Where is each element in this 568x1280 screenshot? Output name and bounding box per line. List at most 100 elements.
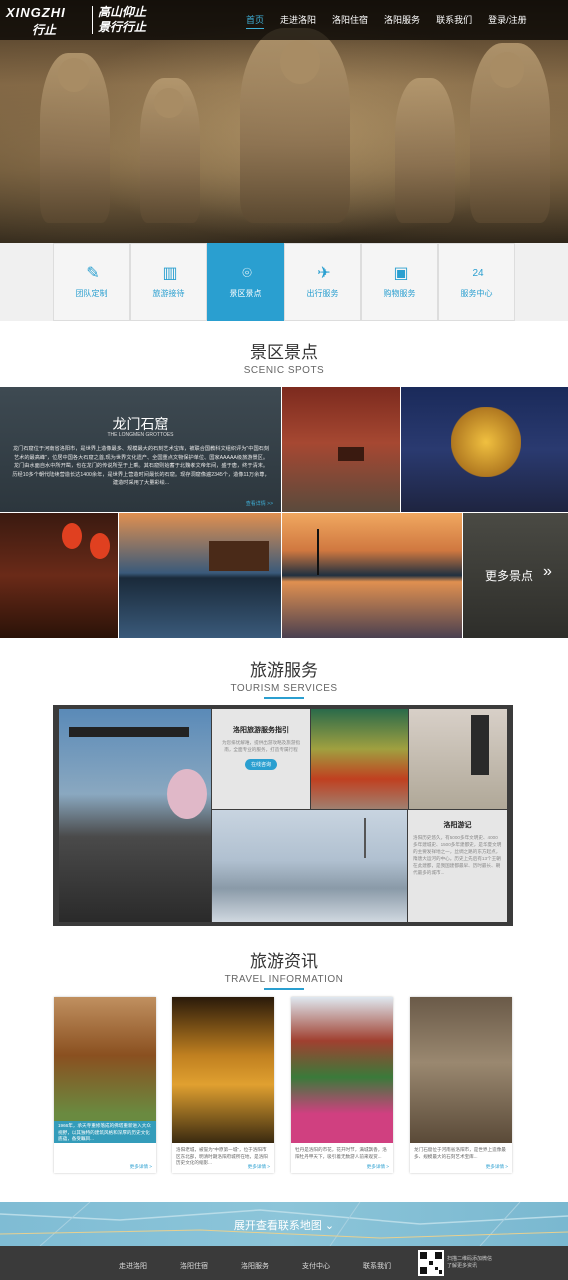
info-photo-lanterns [172,997,274,1143]
scenic-photo-city-bridge[interactable] [282,513,462,638]
footer-link-accommodation[interactable]: 洛阳住宿 [180,1261,208,1271]
service-tab-label: 购物服务 [383,289,416,298]
travel-notes-title: 洛阳游记 [443,822,472,829]
info-title-cn: 旅游资讯 [250,952,318,972]
service-tab-label: 旅游接待 [152,289,185,298]
qr-text-1: 扫描二维码添加微信 [447,1256,493,1262]
info-caption: 牡丹是洛阳的市花，花开时节，满城飘香，洛阳牡丹甲天下，吸引着无数游人前来观赏..… [295,1147,387,1159]
service-tab-reception[interactable]: ▥ 旅游接待 [130,243,207,321]
footer-link-services[interactable]: 洛阳服务 [241,1261,269,1271]
service-tab-label: 服务中心 [460,289,493,298]
photo-river-birds [212,810,407,922]
info-caption: 龙门石窟位于河南省洛阳市，是世界上造像最多、规模最大的石刻艺术宝库... [414,1147,506,1159]
tv-tower [317,529,319,575]
tower-silhouette [364,818,366,858]
qr-text-2: 了解更多资讯 [447,1263,478,1269]
chevron-down-icon: ⌄ [324,1220,335,1232]
logo[interactable]: XINGZHI 行止 高山仰止 景行行止 [6,4,156,37]
double-chevron-right-icon: » [543,563,552,580]
24h-icon: 24 [472,268,484,279]
footer-nav: 走进洛阳 洛阳住宿 洛阳服务 支付中心 联系我们 [119,1261,424,1271]
map-toggle-label: 展开查看联系地图 ⌄ [0,1217,568,1233]
service-tab-shopping[interactable]: ▣ 购物服务 [361,243,438,321]
statue-head [490,52,524,88]
info-more-link[interactable]: 更多详情 > [486,1164,508,1170]
store-sign [471,715,489,775]
info-more-link[interactable]: 更多详情 > [248,1164,270,1170]
nav-home[interactable]: 首页 [246,13,265,29]
lantern [90,533,110,559]
photo-bus-stop [59,709,211,922]
tourism-title-cn: 旅游服务 [250,661,318,681]
golden-pavilion [451,407,521,477]
service-tab-team-custom[interactable]: ✎ 团队定制 [53,243,130,321]
title-underline [264,697,304,699]
info-more-link[interactable]: 更多详情 > [130,1164,152,1170]
footer: 走进洛阳 洛阳住宿 洛阳服务 支付中心 联系我们 扫描二维码添加微信 了解更多资… [0,1246,568,1280]
contact-map-toggle[interactable]: 展开查看联系地图 ⌄ [0,1202,568,1246]
service-tabs: ✎ 团队定制 ▥ 旅游接待 ⌾ 景区景点 ✈ 出行服务 ▣ 购物服务 24 服务… [0,243,568,321]
feature-title: 龙门石窟 [112,416,169,432]
scenic-title-en: SCENIC SPOTS [243,365,325,376]
feature-subtitle: THE LONGMEN GROTTOES [107,432,174,438]
nav-services[interactable]: 洛阳服务 [384,13,420,29]
scenic-photo-pagoda-lake[interactable] [119,513,281,638]
statue-figure [395,78,455,223]
nav-explore-luoyang[interactable]: 走进洛阳 [280,13,316,29]
feature-more-link[interactable]: 查看详情 >> [246,500,273,507]
plane-icon: ✈ [317,265,331,282]
info-card[interactable]: 龙门石窟位于河南省洛阳市，是世界上造像最多、规模最大的石刻艺术宝库... 更多详… [410,997,512,1173]
gate-plaque [338,447,364,461]
travel-notes-desc: 洛阳历史悠久，有5000多年文明史、4000多年建城史、1500多年建都史，是华… [413,835,502,875]
nav-login-register[interactable]: 登录/注册 [488,13,527,29]
main-nav: 首页 走进洛阳 洛阳住宿 洛阳服务 联系我们 登录/注册 [246,13,543,29]
footer-link-explore[interactable]: 走进洛阳 [119,1261,147,1271]
logo-chinese: 行止 [32,23,57,37]
travel-notes-card: 洛阳游记 洛阳历史悠久，有5000多年文明史、4000多年建城史、1500多年建… [408,810,507,922]
edit-icon: ✎ [86,265,100,282]
service-tab-scenic[interactable]: ⌾ 景区景点 [207,243,284,321]
footer-link-contact[interactable]: 联系我们 [363,1261,391,1271]
title-underline [264,988,304,990]
blossom-tree [167,769,207,819]
statue-head [154,88,184,118]
scenic-photo-lanterns[interactable] [0,513,118,638]
more-scenic-button[interactable]: 更多景点 » [463,513,568,638]
feature-description: 龙门石窟位于河南省洛阳市，是世界上造像最多、规模最大的石刻艺术宝库，被联合国教科… [12,446,270,486]
footer-link-payment[interactable]: 支付中心 [302,1261,330,1271]
photo-shopping-mall [311,709,408,809]
info-card[interactable]: 1966年，承天寺重修落成的佛塔重新进入大众视野，以其独特的建筑风格和深厚的历史… [54,997,156,1173]
info-card[interactable]: 牡丹是洛阳的市花，花开时节，满城飘香，洛阳牡丹甲天下，吸引着无数游人前来观赏..… [291,997,393,1173]
nav-accommodation[interactable]: 洛阳住宿 [332,13,368,29]
service-guide-card: 洛阳旅游服务指引 为您排忧解难，提供出游攻略及旅游指南，全面专业的服务，打造专属… [212,709,310,809]
building-icon: ▥ [162,265,178,282]
service-tab-center[interactable]: 24 服务中心 [438,243,515,321]
logo-slogan-line1: 高山仰止 [98,5,147,19]
scenic-photo-pavilion[interactable] [401,387,568,512]
photo-store-front [409,709,507,809]
info-photo-buddha [410,997,512,1143]
service-guide-title: 洛阳旅游服务指引 [233,727,289,734]
palace-silhouette [209,541,269,571]
info-section-title: 旅游资讯 TRAVEL INFORMATION [0,947,568,990]
qr-code [418,1250,444,1276]
scenic-grid: 龙门石窟 THE LONGMEN GROTTOES 龙门石窟位于河南省洛阳市，是… [0,387,568,638]
online-consult-button[interactable]: 在线咨询 [244,759,277,770]
qr-caption: 扫描二维码添加微信 了解更多资讯 [447,1256,492,1270]
lantern [62,523,82,549]
service-tab-travel[interactable]: ✈ 出行服务 [284,243,361,321]
scenic-feature-longmen[interactable]: 龙门石窟 THE LONGMEN GROTTOES 龙门石窟位于河南省洛阳市，是… [0,387,281,512]
info-more-link[interactable]: 更多详情 > [367,1164,389,1170]
hero-banner: XINGZHI 行止 高山仰止 景行行止 首页 走进洛阳 洛阳住宿 洛阳服务 联… [0,0,568,243]
service-tab-label: 景区景点 [229,289,262,298]
scenic-photo-temple-gate[interactable] [282,387,400,512]
logo-slogan-line2: 景行行止 [98,20,147,34]
bag-icon: ▣ [393,265,409,282]
more-scenic-label: 更多景点 [485,569,534,583]
nav-contact[interactable]: 联系我们 [436,13,472,29]
logo-english: XINGZHI [6,5,66,20]
info-card[interactable]: 洛阳老城，被誉为"中原第一城"，位于洛阳市区东北部，明清时期洛阳府城所在地，是洛… [172,997,274,1173]
tourism-section-title: 旅游服务 TOURISM SERVICES [0,656,568,699]
scenic-section-title: 景区景点 SCENIC SPOTS [0,338,568,376]
shelter-roof [69,727,189,737]
